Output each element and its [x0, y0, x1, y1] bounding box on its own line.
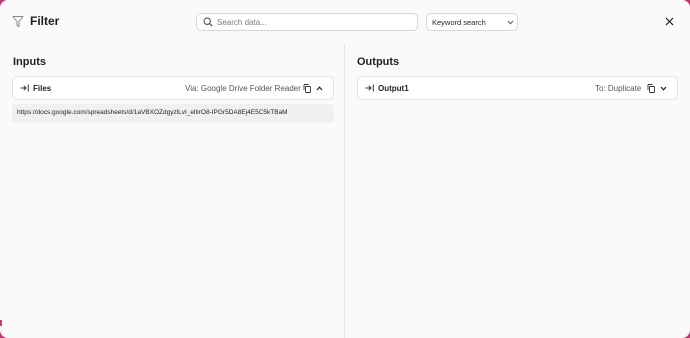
input-url-row: https://docs.google.com/spreadsheets/d/1…	[12, 104, 334, 123]
output-card-name: Output1	[378, 84, 409, 93]
inputs-title: Inputs	[13, 56, 46, 68]
close-icon[interactable]	[665, 17, 674, 26]
arrow-right-to-line-icon	[20, 84, 29, 92]
search-input[interactable]	[217, 15, 412, 29]
backdrop-edge	[0, 320, 2, 326]
search-mode-value: Keyword search	[432, 18, 486, 27]
output-card-target: To: Duplicate	[595, 84, 642, 93]
header-bar: Filter Keyword search	[0, 0, 690, 44]
search-mode-select[interactable]: Keyword search	[426, 13, 518, 31]
input-url: https://docs.google.com/spreadsheets/d/1…	[17, 109, 288, 116]
search-icon	[203, 17, 213, 27]
pane-divider	[344, 44, 345, 338]
input-card-name: Files	[33, 84, 52, 93]
input-card-files[interactable]: Files Via: Google Drive Folder Reader	[12, 76, 334, 100]
input-card-source: Via: Google Drive Folder Reader	[185, 84, 301, 93]
output-card-output1[interactable]: Output1 To: Duplicate	[357, 76, 678, 100]
modal-title: Filter	[30, 14, 60, 28]
outputs-title: Outputs	[357, 56, 400, 68]
copy-icon[interactable]	[647, 84, 655, 93]
arrow-right-to-line-icon	[365, 84, 374, 92]
chevron-up-icon[interactable]	[316, 86, 323, 91]
filter-icon	[12, 16, 24, 27]
filter-modal: Filter Keyword search Inputs Files	[0, 0, 690, 338]
copy-icon[interactable]	[303, 84, 311, 93]
chevron-down-icon	[507, 20, 514, 25]
chevron-down-icon[interactable]	[660, 86, 667, 91]
search-box[interactable]	[196, 13, 418, 31]
